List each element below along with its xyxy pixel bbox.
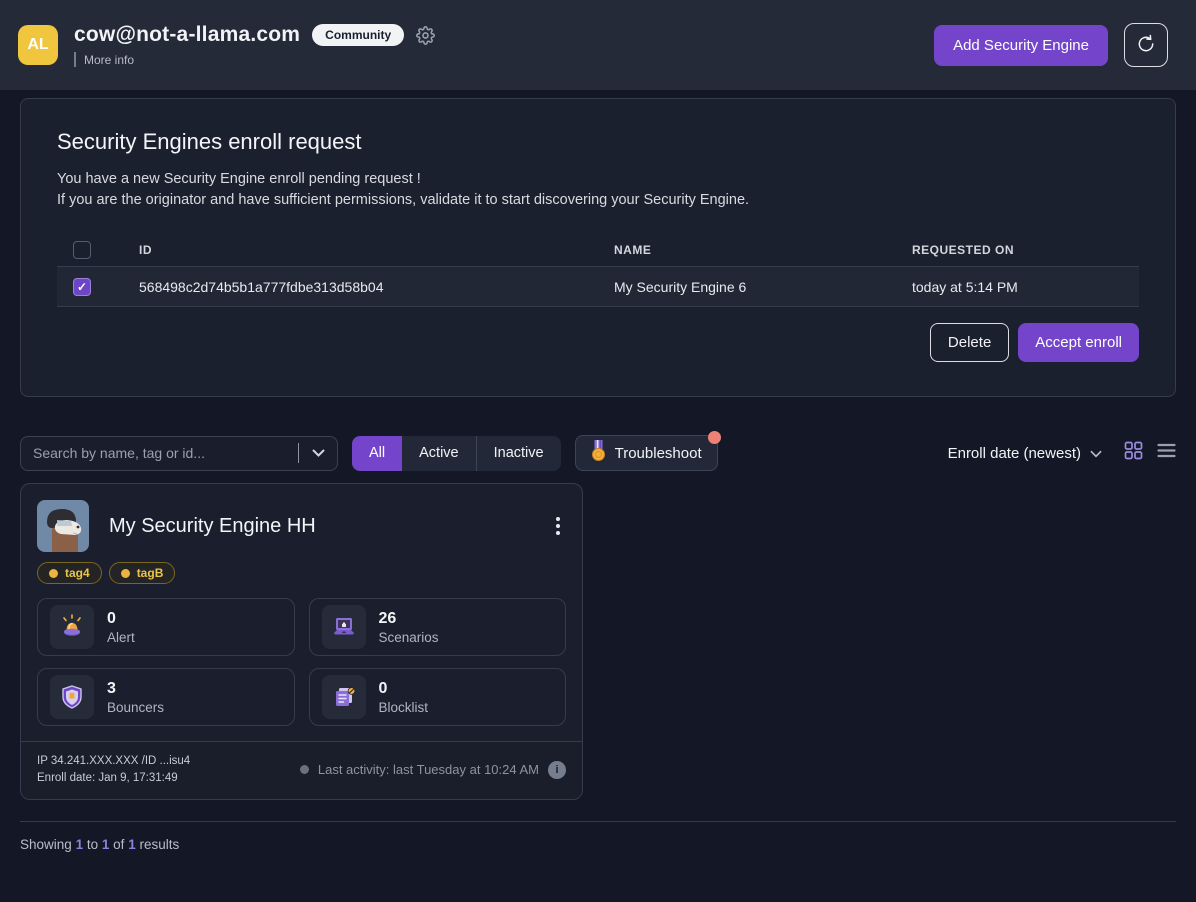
column-header-id: ID <box>139 243 614 257</box>
stat-value: 0 <box>107 610 135 628</box>
enroll-table-header: ID NAME REQUESTED ON <box>57 233 1139 266</box>
engine-ip-id: IP 34.241.XXX.XXX /ID ...isu4 <box>37 753 190 770</box>
tab-all[interactable]: All <box>352 436 402 471</box>
stat-label: Alert <box>107 630 135 645</box>
refresh-button[interactable] <box>1124 23 1168 67</box>
stat-label: Bouncers <box>107 700 164 715</box>
engine-tags: tag4 tagB <box>21 552 582 584</box>
tag-label: tagB <box>137 566 164 580</box>
stat-value: 0 <box>379 680 429 698</box>
tag-pill: tagB <box>109 562 176 584</box>
sort-chevron-down-icon <box>1090 445 1102 462</box>
sort-dropdown[interactable]: Enroll date (newest) <box>948 445 1102 462</box>
view-toggles <box>1124 441 1176 465</box>
results-summary: Showing 1 to 1 of 1 results <box>20 837 1176 852</box>
stat-label: Scenarios <box>379 630 439 645</box>
more-info-link[interactable]: More info <box>84 53 134 67</box>
avatar: AL <box>18 25 58 65</box>
accept-enroll-button[interactable]: Accept enroll <box>1018 323 1139 362</box>
tag-dot-icon <box>121 569 130 578</box>
results-to-word: to <box>87 837 98 852</box>
laptop-icon <box>322 605 366 649</box>
results-total: 1 <box>128 837 136 852</box>
engine-card-footer: IP 34.241.XXX.XXX /ID ...isu4 Enroll dat… <box>21 741 582 799</box>
tag-label: tag4 <box>65 566 90 580</box>
engine-stats: 0 Alert 26 Scenarios <box>21 598 582 726</box>
list-view-icon[interactable] <box>1157 443 1176 463</box>
enroll-desc-line2: If you are the originator and have suffi… <box>57 190 1139 211</box>
row-requested-on: today at 5:14 PM <box>912 279 1139 295</box>
stat-label: Blocklist <box>379 700 429 715</box>
results-to: 1 <box>102 837 110 852</box>
engine-title: My Security Engine HH <box>109 515 316 538</box>
stat-value: 3 <box>107 680 164 698</box>
delete-button[interactable]: Delete <box>930 323 1009 362</box>
info-icon[interactable]: i <box>548 761 566 779</box>
engine-enroll-date: Enroll date: Jan 9, 17:31:49 <box>37 770 190 787</box>
shield-icon <box>50 675 94 719</box>
blocklist-document-icon <box>322 675 366 719</box>
stat-tile-scenarios[interactable]: 26 Scenarios <box>309 598 567 656</box>
divider-bar <box>74 52 76 67</box>
search-box[interactable] <box>20 436 338 471</box>
table-row[interactable]: ✓ 568498c2d74b5b1a777fdbe313d58b04 My Se… <box>57 266 1139 307</box>
enroll-desc-line1: You have a new Security Engine enroll pe… <box>57 169 1139 190</box>
enroll-table: ID NAME REQUESTED ON ✓ 568498c2d74b5b1a7… <box>57 233 1139 307</box>
status-filter-tabs: All Active Inactive <box>352 436 561 471</box>
enroll-request-card: Security Engines enroll request You have… <box>20 98 1176 397</box>
sort-label: Enroll date (newest) <box>948 445 1081 462</box>
refresh-icon <box>1136 34 1156 57</box>
results-from: 1 <box>76 837 84 852</box>
enroll-card-title: Security Engines enroll request <box>57 129 1139 155</box>
stat-tile-alert[interactable]: 0 Alert <box>37 598 295 656</box>
row-checkbox[interactable]: ✓ <box>73 278 91 296</box>
notification-dot <box>708 431 721 444</box>
results-suffix: results <box>139 837 179 852</box>
last-activity-text: Last activity: last Tuesday at 10:24 AM <box>318 762 539 777</box>
kebab-menu-icon[interactable] <box>550 513 566 539</box>
tab-active[interactable]: Active <box>402 436 476 471</box>
results-of-word: of <box>113 837 124 852</box>
medal-icon <box>591 440 606 466</box>
engines-toolbar: All Active Inactive Troubleshoot Enroll … <box>20 435 1176 471</box>
tag-pill: tag4 <box>37 562 102 584</box>
select-all-checkbox[interactable] <box>73 241 91 259</box>
search-input[interactable] <box>21 445 298 461</box>
column-header-name: NAME <box>614 243 912 257</box>
enroll-card-description: You have a new Security Engine enroll pe… <box>57 169 1139 211</box>
column-header-requested-on: REQUESTED ON <box>912 243 1139 257</box>
stat-tile-blocklist[interactable]: 0 Blocklist <box>309 668 567 726</box>
activity-status-dot <box>300 765 309 774</box>
tab-inactive[interactable]: Inactive <box>476 436 561 471</box>
header-titles: cow@not-a-llama.com Community More info <box>74 23 435 67</box>
security-engine-card[interactable]: My Security Engine HH tag4 tagB <box>20 483 583 800</box>
gear-icon[interactable] <box>416 26 435 45</box>
stat-value: 26 <box>379 610 439 628</box>
page-title: cow@not-a-llama.com <box>74 23 300 47</box>
avatar-initials: AL <box>27 36 48 54</box>
stat-tile-bouncers[interactable]: 3 Bouncers <box>37 668 295 726</box>
alert-siren-icon <box>50 605 94 649</box>
engine-avatar <box>37 500 89 552</box>
add-security-engine-button[interactable]: Add Security Engine <box>934 25 1108 66</box>
row-name: My Security Engine 6 <box>614 279 912 295</box>
troubleshoot-button[interactable]: Troubleshoot <box>575 435 718 471</box>
tag-dot-icon <box>49 569 58 578</box>
app-header: AL cow@not-a-llama.com Community More in… <box>0 0 1196 90</box>
search-chevron-down-icon[interactable] <box>299 449 337 457</box>
row-id: 568498c2d74b5b1a777fdbe313d58b04 <box>139 279 614 295</box>
info-glyph: i <box>555 764 558 776</box>
troubleshoot-label: Troubleshoot <box>615 445 702 462</box>
check-icon: ✓ <box>77 280 87 294</box>
results-prefix: Showing <box>20 837 72 852</box>
grid-view-icon[interactable] <box>1124 441 1143 465</box>
plan-badge: Community <box>312 24 404 46</box>
results-divider <box>20 821 1176 822</box>
